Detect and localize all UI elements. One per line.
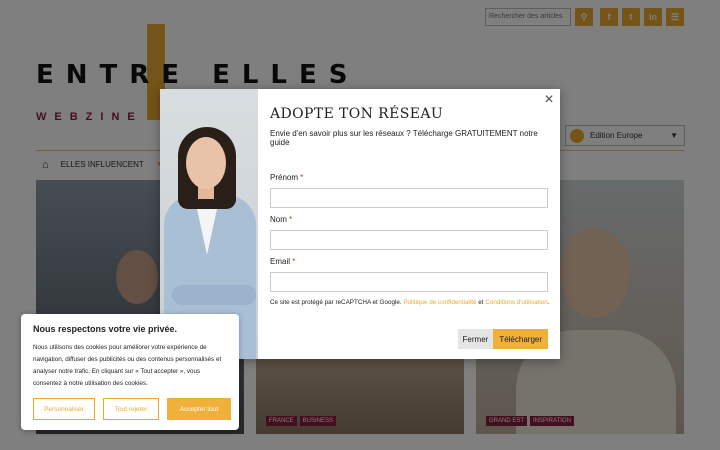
recaptcha-notice: Ce site est protégé par reCAPTCHA et Goo…: [270, 299, 550, 306]
accept-all-button[interactable]: Accepter tout: [167, 398, 231, 420]
modal-title: ADOPTE TON RÉSEAU: [270, 106, 444, 122]
terms-link[interactable]: Conditions d'utilisation: [485, 299, 547, 306]
photo-arms: [172, 285, 256, 305]
customize-cookies-button[interactable]: Personnaliser: [33, 398, 95, 420]
email-field[interactable]: [270, 272, 548, 292]
cookie-actions: Personnaliser Tout rejeter Accepter tout: [33, 398, 231, 420]
firstname-field[interactable]: [270, 188, 548, 208]
photo-face: [186, 137, 226, 189]
privacy-policy-link[interactable]: Politique de confidentialité: [403, 299, 476, 306]
cookie-title: Nous respectons votre vie privée.: [33, 324, 178, 334]
firstname-label: Prénom *: [270, 173, 304, 182]
close-icon[interactable]: ×: [542, 91, 556, 108]
modal-intro: Envie d'en savoir plus sur les réseaux ?…: [270, 129, 538, 147]
lastname-label: Nom *: [270, 215, 293, 224]
reject-all-button[interactable]: Tout rejeter: [103, 398, 159, 420]
modal-form-panel: × ADOPTE TON RÉSEAU Envie d'en savoir pl…: [258, 89, 560, 359]
modal-actions: Fermer Télécharger: [457, 329, 548, 349]
lastname-field[interactable]: [270, 230, 548, 250]
email-label: Email *: [270, 257, 296, 266]
download-button[interactable]: Télécharger: [493, 329, 548, 349]
cookie-banner: Nous respectons votre vie privée. Nous u…: [21, 314, 239, 430]
cookie-text: Nous utilisons des cookies pour améliore…: [33, 344, 222, 387]
close-button[interactable]: Fermer: [457, 329, 494, 349]
